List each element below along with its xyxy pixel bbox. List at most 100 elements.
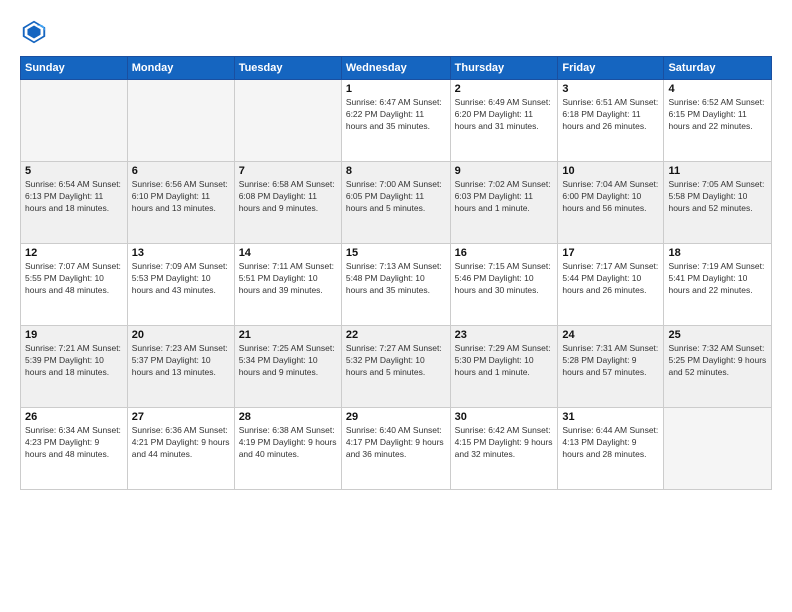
calendar-cell: 22Sunrise: 7:27 AM Sunset: 5:32 PM Dayli… xyxy=(341,326,450,408)
col-monday: Monday xyxy=(127,57,234,80)
day-number: 23 xyxy=(455,329,554,341)
day-info: Sunrise: 6:40 AM Sunset: 4:17 PM Dayligh… xyxy=(346,425,446,461)
day-number: 2 xyxy=(455,83,554,95)
day-info: Sunrise: 7:04 AM Sunset: 6:00 PM Dayligh… xyxy=(562,179,659,215)
day-info: Sunrise: 7:11 AM Sunset: 5:51 PM Dayligh… xyxy=(239,261,337,297)
day-info: Sunrise: 7:15 AM Sunset: 5:46 PM Dayligh… xyxy=(455,261,554,297)
day-info: Sunrise: 7:32 AM Sunset: 5:25 PM Dayligh… xyxy=(668,343,767,379)
day-info: Sunrise: 6:54 AM Sunset: 6:13 PM Dayligh… xyxy=(25,179,123,215)
day-number: 25 xyxy=(668,329,767,341)
day-number: 19 xyxy=(25,329,123,341)
calendar-cell: 4 Sunrise: 6:52 AM Sunset: 6:15 PM Daylig… xyxy=(664,80,772,162)
day-info: Sunrise: 7:21 AM Sunset: 5:39 PM Dayligh… xyxy=(25,343,123,379)
calendar-cell: 14 Sunrise: 7:11 AM Sunset: 5:51 PM Dayli… xyxy=(234,244,341,326)
calendar-header-row: Sunday Monday Tuesday Wednesday Thursday… xyxy=(21,57,772,80)
day-number: 27 xyxy=(132,411,230,423)
col-friday: Friday xyxy=(558,57,664,80)
day-info: Sunrise: 7:09 AM Sunset: 5:53 PM Dayligh… xyxy=(132,261,230,297)
calendar-cell: 9Sunrise: 7:02 AM Sunset: 6:03 PM Daylig… xyxy=(450,162,558,244)
day-number: 3 xyxy=(562,83,659,95)
calendar-table: Sunday Monday Tuesday Wednesday Thursday… xyxy=(20,56,772,490)
calendar-cell: 3 Sunrise: 6:51 AM Sunset: 6:18 PM Daylig… xyxy=(558,80,664,162)
day-info: Sunrise: 7:31 AM Sunset: 5:28 PM Dayligh… xyxy=(562,343,659,379)
calendar-cell: 31Sunrise: 6:44 AM Sunset: 4:13 PM Dayli… xyxy=(558,408,664,490)
day-info: Sunrise: 6:47 AM Sunset: 6:22 PM Dayligh… xyxy=(346,97,446,133)
page: Sunday Monday Tuesday Wednesday Thursday… xyxy=(0,0,792,612)
day-info: Sunrise: 6:58 AM Sunset: 6:08 PM Dayligh… xyxy=(239,179,337,215)
day-number: 17 xyxy=(562,247,659,259)
calendar-cell xyxy=(664,408,772,490)
header xyxy=(20,18,772,46)
calendar-row: 5Sunrise: 6:54 AM Sunset: 6:13 PM Daylig… xyxy=(21,162,772,244)
calendar-cell: 26 Sunrise: 6:34 AM Sunset: 4:23 PM Dayli… xyxy=(21,408,128,490)
day-info: Sunrise: 7:25 AM Sunset: 5:34 PM Dayligh… xyxy=(239,343,337,379)
col-wednesday: Wednesday xyxy=(341,57,450,80)
day-info: Sunrise: 7:29 AM Sunset: 5:30 PM Dayligh… xyxy=(455,343,554,379)
day-info: Sunrise: 6:51 AM Sunset: 6:18 PM Dayligh… xyxy=(562,97,659,133)
day-number: 10 xyxy=(562,165,659,177)
calendar-cell: 2 Sunrise: 6:49 AM Sunset: 6:20 PM Daylig… xyxy=(450,80,558,162)
day-number: 21 xyxy=(239,329,337,341)
calendar-row: 1 Sunrise: 6:47 AM Sunset: 6:22 PM Daylig… xyxy=(21,80,772,162)
day-number: 20 xyxy=(132,329,230,341)
day-number: 16 xyxy=(455,247,554,259)
day-info: Sunrise: 6:36 AM Sunset: 4:21 PM Dayligh… xyxy=(132,425,230,461)
day-info: Sunrise: 6:49 AM Sunset: 6:20 PM Dayligh… xyxy=(455,97,554,133)
day-number: 6 xyxy=(132,165,230,177)
day-info: Sunrise: 7:05 AM Sunset: 5:58 PM Dayligh… xyxy=(668,179,767,215)
day-number: 13 xyxy=(132,247,230,259)
calendar-cell: 10 Sunrise: 7:04 AM Sunset: 6:00 PM Dayli… xyxy=(558,162,664,244)
day-info: Sunrise: 7:07 AM Sunset: 5:55 PM Dayligh… xyxy=(25,261,123,297)
day-info: Sunrise: 7:23 AM Sunset: 5:37 PM Dayligh… xyxy=(132,343,230,379)
calendar-cell: 8 Sunrise: 7:00 AM Sunset: 6:05 PM Daylig… xyxy=(341,162,450,244)
calendar-row: 12 Sunrise: 7:07 AM Sunset: 5:55 PM Dayli… xyxy=(21,244,772,326)
day-number: 4 xyxy=(668,83,767,95)
day-number: 26 xyxy=(25,411,123,423)
day-info: Sunrise: 6:34 AM Sunset: 4:23 PM Dayligh… xyxy=(25,425,123,461)
calendar-cell xyxy=(234,80,341,162)
logo-icon xyxy=(20,18,48,46)
calendar-cell xyxy=(127,80,234,162)
day-number: 12 xyxy=(25,247,123,259)
day-number: 18 xyxy=(668,247,767,259)
calendar-cell: 19 Sunrise: 7:21 AM Sunset: 5:39 PM Dayli… xyxy=(21,326,128,408)
calendar-cell: 6 Sunrise: 6:56 AM Sunset: 6:10 PM Daylig… xyxy=(127,162,234,244)
day-number: 7 xyxy=(239,165,337,177)
calendar-cell: 13 Sunrise: 7:09 AM Sunset: 5:53 PM Dayli… xyxy=(127,244,234,326)
calendar-cell: 23 Sunrise: 7:29 AM Sunset: 5:30 PM Dayli… xyxy=(450,326,558,408)
day-number: 28 xyxy=(239,411,337,423)
calendar-cell: 30 Sunrise: 6:42 AM Sunset: 4:15 PM Dayli… xyxy=(450,408,558,490)
day-number: 11 xyxy=(668,165,767,177)
calendar-cell: 27 Sunrise: 6:36 AM Sunset: 4:21 PM Dayli… xyxy=(127,408,234,490)
day-number: 14 xyxy=(239,247,337,259)
day-info: Sunrise: 7:19 AM Sunset: 5:41 PM Dayligh… xyxy=(668,261,767,297)
day-info: Sunrise: 7:13 AM Sunset: 5:48 PM Dayligh… xyxy=(346,261,446,297)
day-number: 1 xyxy=(346,83,446,95)
calendar-cell: 25 Sunrise: 7:32 AM Sunset: 5:25 PM Dayli… xyxy=(664,326,772,408)
col-saturday: Saturday xyxy=(664,57,772,80)
day-number: 9 xyxy=(455,165,554,177)
calendar-cell: 7 Sunrise: 6:58 AM Sunset: 6:08 PM Daylig… xyxy=(234,162,341,244)
day-info: Sunrise: 6:52 AM Sunset: 6:15 PM Dayligh… xyxy=(668,97,767,133)
calendar-cell: 5Sunrise: 6:54 AM Sunset: 6:13 PM Daylig… xyxy=(21,162,128,244)
day-number: 30 xyxy=(455,411,554,423)
calendar-cell: 29Sunrise: 6:40 AM Sunset: 4:17 PM Dayli… xyxy=(341,408,450,490)
day-info: Sunrise: 6:42 AM Sunset: 4:15 PM Dayligh… xyxy=(455,425,554,461)
calendar-cell: 18 Sunrise: 7:19 AM Sunset: 5:41 PM Dayli… xyxy=(664,244,772,326)
calendar-cell: 20 Sunrise: 7:23 AM Sunset: 5:37 PM Dayli… xyxy=(127,326,234,408)
day-number: 8 xyxy=(346,165,446,177)
calendar-row: 19 Sunrise: 7:21 AM Sunset: 5:39 PM Dayli… xyxy=(21,326,772,408)
day-info: Sunrise: 6:56 AM Sunset: 6:10 PM Dayligh… xyxy=(132,179,230,215)
day-number: 15 xyxy=(346,247,446,259)
day-info: Sunrise: 7:00 AM Sunset: 6:05 PM Dayligh… xyxy=(346,179,446,215)
day-info: Sunrise: 6:38 AM Sunset: 4:19 PM Dayligh… xyxy=(239,425,337,461)
calendar-cell: 11 Sunrise: 7:05 AM Sunset: 5:58 PM Dayli… xyxy=(664,162,772,244)
calendar-cell: 15 Sunrise: 7:13 AM Sunset: 5:48 PM Dayli… xyxy=(341,244,450,326)
day-info: Sunrise: 7:27 AM Sunset: 5:32 PM Dayligh… xyxy=(346,343,446,379)
col-sunday: Sunday xyxy=(21,57,128,80)
day-number: 24 xyxy=(562,329,659,341)
day-info: Sunrise: 6:44 AM Sunset: 4:13 PM Dayligh… xyxy=(562,425,659,461)
calendar-row: 26 Sunrise: 6:34 AM Sunset: 4:23 PM Dayli… xyxy=(21,408,772,490)
calendar-cell: 1 Sunrise: 6:47 AM Sunset: 6:22 PM Daylig… xyxy=(341,80,450,162)
calendar-cell: 28 Sunrise: 6:38 AM Sunset: 4:19 PM Dayli… xyxy=(234,408,341,490)
